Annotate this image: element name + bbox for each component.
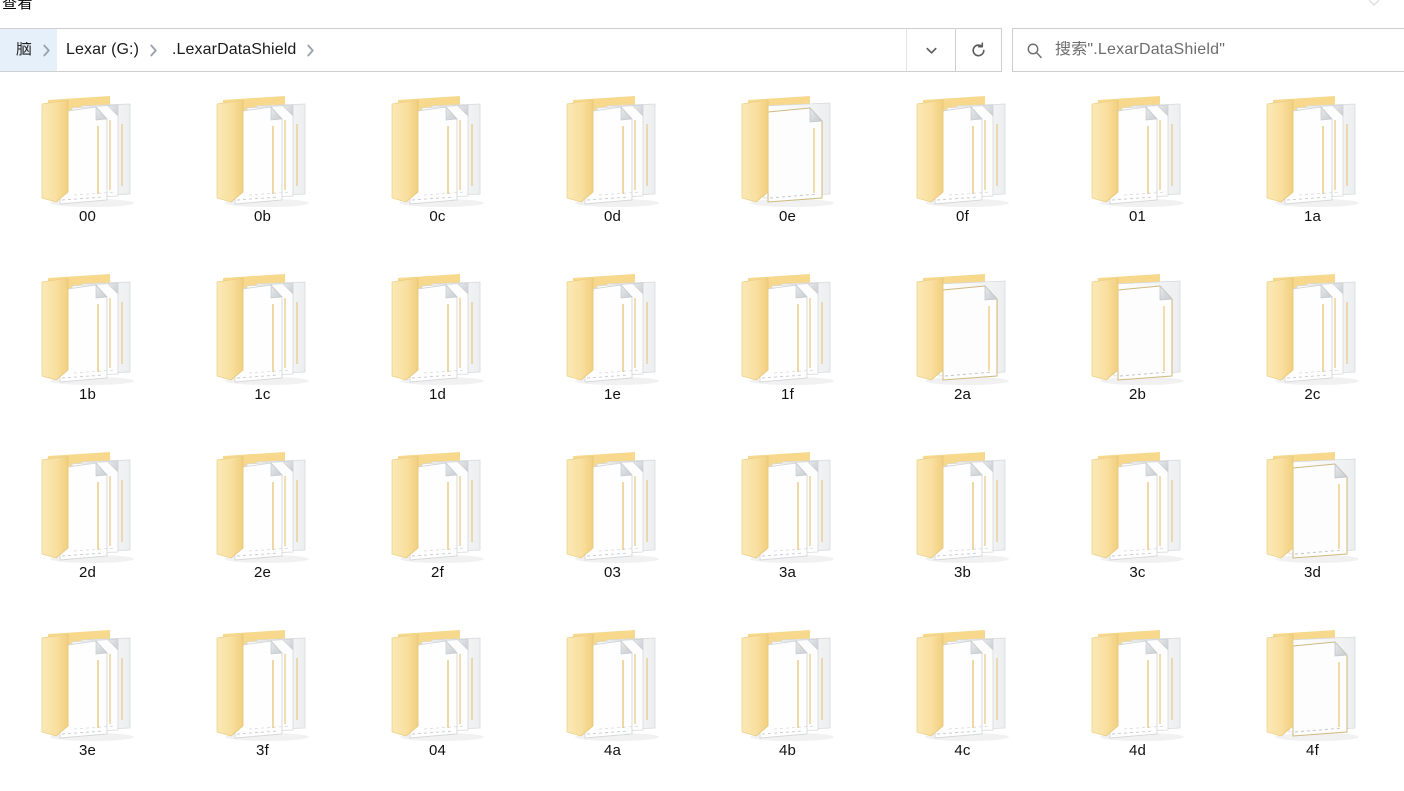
folder-icon xyxy=(388,624,488,748)
list-item[interactable]: 2b xyxy=(1050,256,1225,434)
refresh-button[interactable] xyxy=(956,28,1002,72)
list-item[interactable]: 1a xyxy=(1225,78,1400,256)
tab-view[interactable]: 查看 xyxy=(2,0,33,13)
folder-icon xyxy=(388,90,488,214)
folder-icon xyxy=(38,268,138,392)
folder-icon xyxy=(1088,624,1188,748)
chevron-right-icon[interactable] xyxy=(301,29,320,71)
search-box[interactable] xyxy=(1012,28,1404,72)
folder-icon xyxy=(563,268,663,392)
folder-icon xyxy=(1263,90,1363,214)
folder-icon xyxy=(1263,624,1363,748)
folder-icon xyxy=(1088,446,1188,570)
list-item[interactable]: 0f xyxy=(875,78,1050,256)
file-list-view[interactable]: 00 0b 0c 0d 0e 0f 01 1a 1b 1c 1d 1e 1f 2… xyxy=(0,78,1404,791)
search-input[interactable] xyxy=(1055,41,1385,59)
list-item[interactable]: 1b xyxy=(0,256,175,434)
folder-icon xyxy=(563,90,663,214)
list-item[interactable]: 1e xyxy=(525,256,700,434)
list-item[interactable]: 3a xyxy=(700,434,875,612)
list-item[interactable]: 2d xyxy=(0,434,175,612)
ribbon-strip: 查看 xyxy=(0,0,1404,23)
folder-icon xyxy=(213,268,313,392)
list-item[interactable]: 00 xyxy=(0,78,175,256)
folder-icon xyxy=(213,624,313,748)
list-item[interactable]: 2a xyxy=(875,256,1050,434)
list-item[interactable]: 4d xyxy=(1050,612,1225,790)
folder-icon xyxy=(213,90,313,214)
list-item[interactable]: 3f xyxy=(175,612,350,790)
list-item[interactable]: 01 xyxy=(1050,78,1225,256)
list-item[interactable]: 4c xyxy=(875,612,1050,790)
folder-icon xyxy=(1088,90,1188,214)
folder-icon xyxy=(913,268,1013,392)
list-item[interactable]: 2c xyxy=(1225,256,1400,434)
chevron-right-icon[interactable] xyxy=(35,29,57,71)
folder-icon xyxy=(738,446,838,570)
list-item[interactable]: 2f xyxy=(350,434,525,612)
folder-icon xyxy=(563,624,663,748)
breadcrumb-root-icon[interactable]: 脑 xyxy=(0,29,35,71)
folder-icon xyxy=(213,446,313,570)
breadcrumb-item-folder[interactable]: .LexarDataShield xyxy=(163,29,301,71)
list-item[interactable]: 4a xyxy=(525,612,700,790)
folder-icon xyxy=(738,624,838,748)
breadcrumb-empty-space[interactable] xyxy=(320,29,906,71)
address-bar-row: 脑 Lexar (G:) .LexarDataShield xyxy=(0,22,1404,78)
list-item[interactable]: 4f xyxy=(1225,612,1400,790)
list-item[interactable]: 0d xyxy=(525,78,700,256)
folder-icon xyxy=(38,90,138,214)
search-icon xyxy=(1013,42,1055,59)
list-item[interactable]: 3d xyxy=(1225,434,1400,612)
list-item[interactable]: 1d xyxy=(350,256,525,434)
folder-icon xyxy=(1263,268,1363,392)
folder-icon xyxy=(388,268,488,392)
folder-icon xyxy=(38,624,138,748)
this-pc-icon: 脑 xyxy=(16,42,32,58)
refresh-icon xyxy=(972,41,985,56)
folder-icon xyxy=(913,624,1013,748)
breadcrumb[interactable]: 脑 Lexar (G:) .LexarDataShield xyxy=(0,28,956,72)
list-item[interactable]: 0e xyxy=(700,78,875,256)
item-grid: 00 0b 0c 0d 0e 0f 01 1a 1b 1c 1d 1e 1f 2… xyxy=(0,78,1400,790)
list-item[interactable]: 3e xyxy=(0,612,175,790)
breadcrumb-item-drive[interactable]: Lexar (G:) xyxy=(57,29,144,71)
folder-icon xyxy=(913,446,1013,570)
folder-icon xyxy=(38,446,138,570)
list-item[interactable]: 4b xyxy=(700,612,875,790)
address-history-dropdown[interactable] xyxy=(906,29,955,71)
list-item[interactable]: 03 xyxy=(525,434,700,612)
folder-icon xyxy=(913,90,1013,214)
list-item[interactable]: 3c xyxy=(1050,434,1225,612)
folder-icon xyxy=(563,446,663,570)
folder-icon xyxy=(1263,446,1363,570)
folder-icon xyxy=(1088,268,1188,392)
list-item[interactable]: 04 xyxy=(350,612,525,790)
list-item[interactable]: 2e xyxy=(175,434,350,612)
list-item[interactable]: 3b xyxy=(875,434,1050,612)
folder-icon xyxy=(388,446,488,570)
ribbon-expand-icon[interactable] xyxy=(1366,0,1382,10)
list-item[interactable]: 0b xyxy=(175,78,350,256)
folder-icon xyxy=(738,268,838,392)
list-item[interactable]: 1f xyxy=(700,256,875,434)
list-item[interactable]: 1c xyxy=(175,256,350,434)
chevron-right-icon[interactable] xyxy=(144,29,163,71)
folder-icon xyxy=(738,90,838,214)
list-item[interactable]: 0c xyxy=(350,78,525,256)
